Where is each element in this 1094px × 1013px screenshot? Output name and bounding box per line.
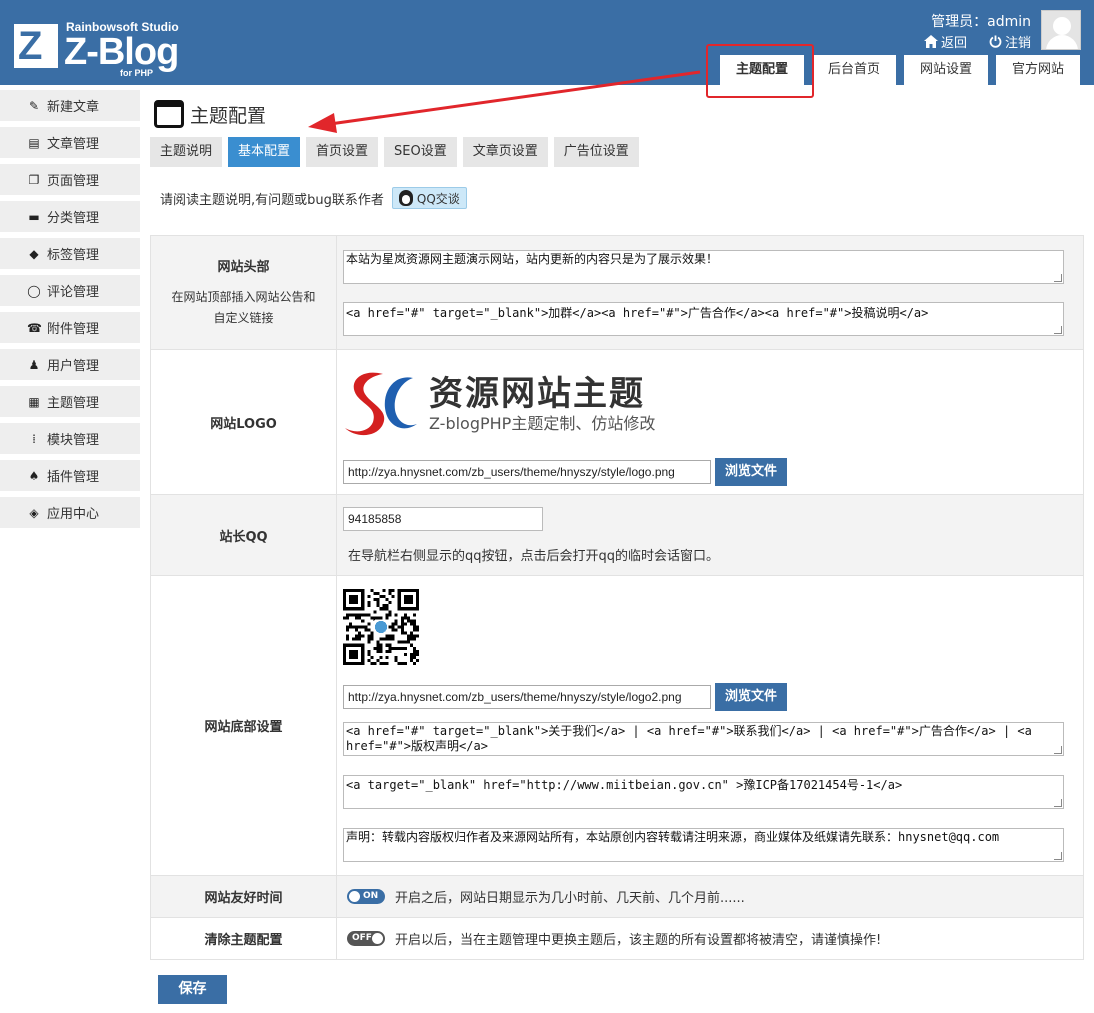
logo-preview-title: 资源网站主题: [429, 374, 645, 414]
sidebar: ✎ 新建文章 ▤ 文章管理 ❐ 页面管理 ▬ 分类管理 ◆ 标签管理 ◯ 评论管理 ☎ 附件管…: [0, 90, 140, 534]
qr-url-input[interactable]: http://zya.hnysnet.com/zb_users/theme/hn…: [343, 685, 711, 709]
logo-preview-subtitle: Z-blogPHP主题定制、仿站修改: [429, 414, 656, 433]
tab-admin-home[interactable]: 后台首页: [811, 55, 896, 85]
row-label: 清除主题配置: [150, 917, 337, 960]
qr-code-image: [343, 589, 419, 665]
sidebar-item-articles[interactable]: ▤ 文章管理: [0, 127, 140, 158]
avatar[interactable]: [1041, 10, 1081, 50]
page-title: 主题配置: [154, 100, 266, 128]
tab-official-site[interactable]: 官方网站: [995, 55, 1080, 85]
footer-icp-textarea[interactable]: <a target="_blank" href="http://www.miit…: [343, 775, 1064, 809]
qq-number-input[interactable]: 94185858: [343, 506, 543, 531]
footer-statement-textarea[interactable]: 声明：转载内容版权归作者及来源网站所有，本站原创内容转载请注明来源，商业媒体及纸…: [343, 828, 1064, 862]
subtab-home-settings[interactable]: 首页设置: [306, 137, 379, 167]
subtab-basic-config[interactable]: 基本配置: [228, 137, 301, 167]
home-icon: [923, 35, 938, 48]
annotation-highlight-box: [706, 44, 814, 98]
logo-browse-button[interactable]: 浏览文件: [715, 458, 788, 486]
module-icon: ⁞: [32, 431, 36, 446]
qq-penguin-icon: [398, 190, 413, 206]
clear-config-toggle[interactable]: OFF: [347, 931, 385, 946]
qr-browse-button[interactable]: 浏览文件: [715, 683, 788, 711]
row-description: 在网站顶部插入网站公告和 自定义链接: [171, 290, 316, 325]
row-label: 网站LOGO: [150, 349, 337, 495]
logo-preview: 资源网站主题 Z-blogPHP主题定制、仿站修改: [343, 358, 1077, 450]
back-link[interactable]: 返回: [923, 32, 967, 51]
top-header: Z Rainbowsoft Studio Z-Blog for PHP 管理员：…: [0, 0, 1094, 85]
notice-bar: 请阅读主题说明,有问题或bug联系作者 QQ交谈: [160, 187, 467, 209]
sidebar-item-plugins[interactable]: ♠ 插件管理: [0, 460, 140, 491]
config-table: 网站头部 在网站顶部插入网站公告和 自定义链接 本站为星岚资源网主题演示网站，站内…: [150, 235, 1084, 960]
top-links: 返回 注销: [923, 32, 1031, 51]
row-site-footer: 网站底部设置 http://zya.hnysnet.com/zb_users/t…: [150, 575, 1084, 876]
attachment-icon: ☎: [27, 320, 42, 335]
friendly-time-toggle[interactable]: ON: [347, 889, 385, 904]
subtab-theme-info[interactable]: 主题说明: [150, 137, 223, 167]
plugin-icon: ♠: [28, 468, 40, 483]
footer-links-textarea[interactable]: <a href="#" target="_blank">关于我们</a> | <…: [343, 722, 1064, 756]
folder-icon: ▬: [28, 209, 40, 224]
row-site-header: 网站头部 在网站顶部插入网站公告和 自定义链接 本站为星岚资源网主题演示网站，站内…: [150, 235, 1084, 350]
theme-icon: ▦: [28, 394, 40, 409]
sidebar-item-tags[interactable]: ◆ 标签管理: [0, 238, 140, 269]
sub-tabs: 主题说明 基本配置 首页设置 SEO设置 文章页设置 广告位设置: [150, 137, 639, 167]
sidebar-item-app-center[interactable]: ◈ 应用中心: [0, 497, 140, 528]
zblog-logo-icon: Z: [14, 24, 58, 68]
qq-hint: 在导航栏右侧显示的qq按钮，点击后会打开qq的临时会话窗口。: [348, 548, 720, 564]
window-icon: [154, 100, 184, 128]
subtab-ad-settings[interactable]: 广告位设置: [553, 137, 639, 167]
row-site-logo: 网站LOGO 资源网站主题 Z-blogPHP主题定制、仿站修改 http://…: [150, 349, 1084, 495]
clear-config-desc: 开启以后，当在主题管理中更换主题后，该主题的所有设置都将被清空，请谨慎操作!: [395, 933, 882, 948]
subtab-seo-settings[interactable]: SEO设置: [384, 137, 457, 167]
app-center-icon: ◈: [29, 505, 39, 520]
sidebar-item-categories[interactable]: ▬ 分类管理: [0, 201, 140, 232]
sidebar-item-comments[interactable]: ◯ 评论管理: [0, 275, 140, 306]
row-admin-qq: 站长QQ 94185858 在导航栏右侧显示的qq按钮，点击后会打开qq的临时会…: [150, 494, 1084, 576]
row-label: 网站底部设置: [150, 575, 337, 876]
sidebar-item-users[interactable]: ♟ 用户管理: [0, 349, 140, 380]
logo-url-input[interactable]: http://zya.hnysnet.com/zb_users/theme/hn…: [343, 460, 711, 484]
user-icon: ♟: [28, 357, 40, 372]
tab-site-settings[interactable]: 网站设置: [903, 55, 988, 85]
friendly-time-desc: 开启之后，网站日期显示为几小时前、几天前、几个月前......: [395, 891, 745, 906]
save-button[interactable]: 保存: [158, 975, 227, 1004]
row-friendly-time: 网站友好时间 ON 开启之后，网站日期显示为几小时前、几天前、几个月前.....…: [150, 875, 1084, 918]
edit-icon: ✎: [28, 98, 40, 113]
row-label: 站长QQ: [150, 494, 337, 576]
logo-sub-text: for PHP: [120, 68, 154, 78]
sidebar-item-attachments[interactable]: ☎ 附件管理: [0, 312, 140, 343]
row-clear-config: 清除主题配置 OFF 开启以后，当在主题管理中更换主题后，该主题的所有设置都将被…: [150, 917, 1084, 960]
sc-logo-icon: [345, 372, 417, 436]
document-icon: ▤: [28, 135, 40, 150]
tag-icon: ◆: [29, 246, 39, 261]
sidebar-item-modules[interactable]: ⁞ 模块管理: [0, 423, 140, 454]
admin-label: 管理员：admin: [931, 14, 1031, 30]
logo-brand-text: Z-Blog: [64, 31, 179, 73]
logout-link[interactable]: 注销: [989, 32, 1031, 51]
sidebar-item-themes[interactable]: ▦ 主题管理: [0, 386, 140, 417]
qq-chat-button[interactable]: QQ交谈: [391, 187, 467, 209]
power-icon: [989, 35, 1002, 48]
header-links-textarea[interactable]: <a href="#" target="_blank">加群</a><a hre…: [343, 301, 1064, 336]
header-notice-textarea[interactable]: 本站为星岚资源网主题演示网站，站内更新的内容只是为了展示效果！: [343, 249, 1064, 284]
pages-icon: ❐: [28, 172, 40, 187]
comment-icon: ◯: [27, 283, 41, 298]
row-label: 网站友好时间: [150, 875, 337, 918]
sidebar-item-new-article[interactable]: ✎ 新建文章: [0, 90, 140, 121]
row-label: 网站头部: [217, 260, 270, 275]
sidebar-item-pages[interactable]: ❐ 页面管理: [0, 164, 140, 195]
subtab-article-settings[interactable]: 文章页设置: [462, 137, 548, 167]
